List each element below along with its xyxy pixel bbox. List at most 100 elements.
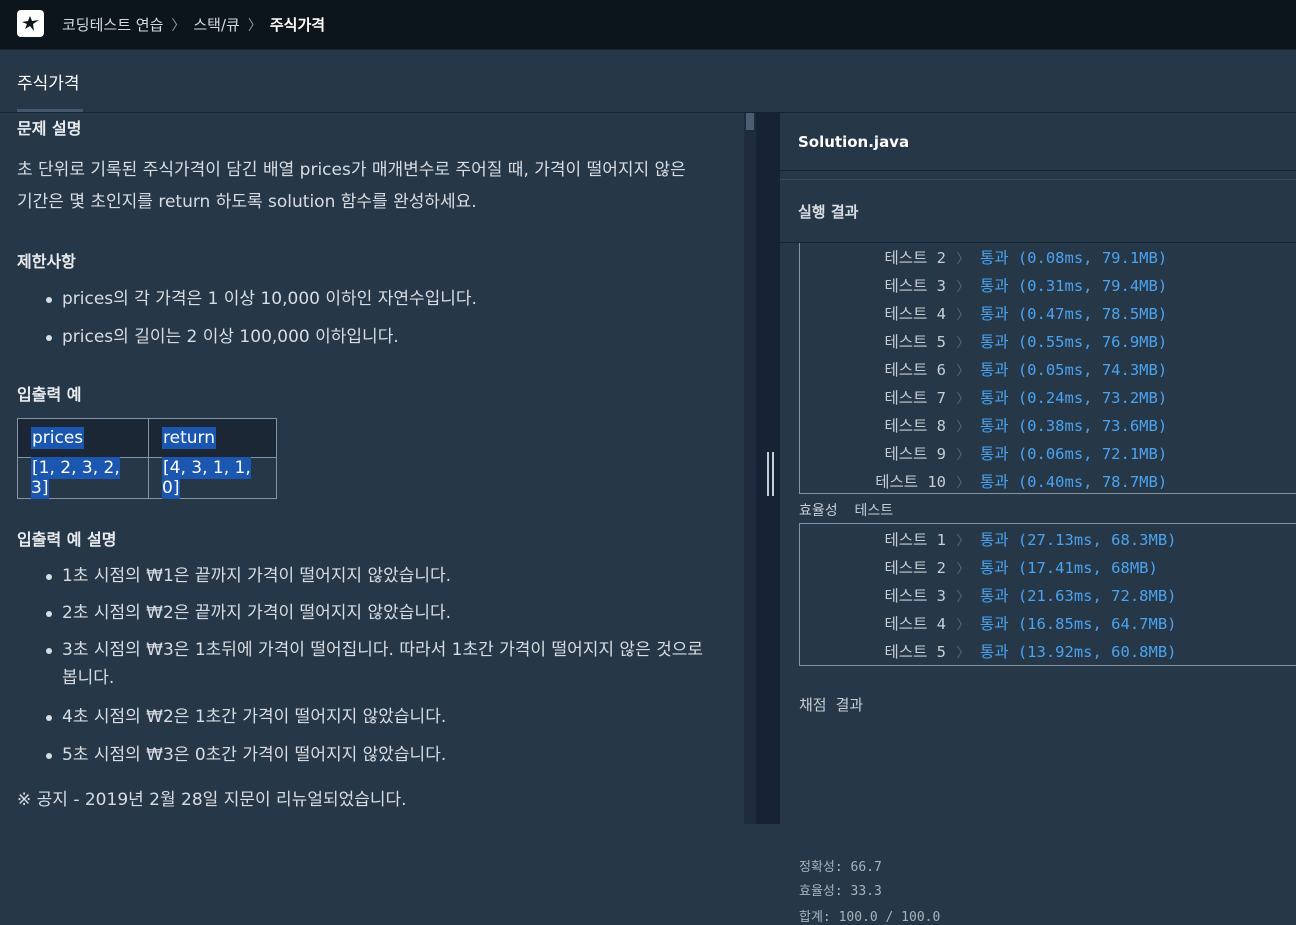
- programmers-logo-icon[interactable]: [17, 10, 44, 37]
- chevron-right-icon: 〉: [956, 419, 970, 435]
- test-result: 통과 (0.24ms, 73.2MB): [980, 389, 1168, 407]
- list-item: 5초 시점의 ₩3은 0초간 가격이 떨어지지 않았습니다.: [17, 741, 737, 778]
- test-result-row: 테스트 7 〉 통과 (0.24ms, 73.2MB): [800, 383, 1296, 411]
- chevron-right-icon: 〉: [956, 363, 970, 379]
- test-result-row: 테스트 8 〉 통과 (0.38ms, 73.6MB): [800, 411, 1296, 439]
- problem-description-line: 초 단위로 기록된 주식가격이 담긴 배열 prices가 매개변수로 주어질 …: [17, 160, 686, 180]
- test-name: 테스트 2: [884, 559, 946, 577]
- test-result-row: 테스트 2 〉 통과 (0.08ms, 79.1MB): [800, 243, 1296, 271]
- test-result: 통과 (0.47ms, 78.5MB): [980, 305, 1168, 323]
- resize-handle-icon[interactable]: [764, 452, 776, 496]
- test-result: 통과 (17.41ms, 68MB): [980, 559, 1158, 577]
- table-cell: [4, 3, 1, 1, 0]: [148, 457, 277, 499]
- breadcrumb-item-stack-queue[interactable]: 스택/큐: [193, 14, 239, 35]
- list-item: 1초 시점의 ₩1은 끝까지 가격이 떨어지지 않았습니다.: [17, 562, 737, 599]
- test-result: 통과 (0.06ms, 72.1MB): [980, 445, 1168, 463]
- test-result: 통과 (13.92ms, 60.8MB): [980, 643, 1177, 661]
- test-name: 테스트 6: [884, 361, 946, 379]
- left-scrollbar-thumb[interactable]: [746, 113, 754, 130]
- left-scrollbar[interactable]: [744, 113, 756, 824]
- problem-heading: 문제 설명: [17, 119, 82, 138]
- list-item: 2초 시점의 ₩2은 끝까지 가격이 떨어지지 않았습니다.: [17, 599, 737, 636]
- test-name: 테스트 5: [884, 643, 946, 661]
- chevron-right-icon: 〉: [956, 533, 970, 549]
- chevron-right-icon: 〉: [247, 17, 262, 34]
- chevron-right-icon: 〉: [956, 617, 970, 633]
- breadcrumb: 코딩테스트 연습 〉 스택/큐 〉 주식가격: [62, 0, 325, 49]
- chevron-right-icon: 〉: [956, 391, 970, 407]
- test-result: 통과 (0.38ms, 73.6MB): [980, 417, 1168, 435]
- chevron-right-icon: 〉: [956, 307, 970, 323]
- breadcrumb-current: 주식가격: [269, 16, 326, 34]
- test-result-row: 테스트 5 〉 통과 (0.55ms, 76.9MB): [800, 327, 1296, 355]
- test-result-row: 테스트 4 〉 통과 (0.47ms, 78.5MB): [800, 299, 1296, 327]
- scoring-title: 채점 결과: [799, 696, 864, 714]
- chevron-right-icon: 〉: [956, 561, 970, 577]
- test-name: 테스트 2: [884, 249, 946, 267]
- editor-collapsed-area: [780, 171, 1296, 180]
- chevron-right-icon: 〉: [956, 251, 970, 267]
- table-header-row: prices return: [17, 418, 277, 458]
- score-accuracy: 정확성: 66.7: [799, 860, 882, 875]
- test-result-row: 테스트 9 〉 통과 (0.06ms, 72.1MB): [800, 439, 1296, 467]
- page-title: 주식가격: [17, 74, 80, 94]
- chevron-right-icon: 〉: [956, 279, 970, 295]
- test-result: 통과 (0.08ms, 79.1MB): [980, 249, 1168, 267]
- test-name: 테스트 5: [884, 333, 946, 351]
- test-result-row: 테스트 10 〉 통과 (0.40ms, 78.7MB): [800, 467, 1296, 495]
- editor-panel: Solution.java 실행 결과 테스트 2 〉 통과 (0.08ms, 79…: [780, 113, 1296, 925]
- score-efficiency: 효율성: 33.3: [799, 884, 882, 899]
- test-name: 테스트 4: [884, 615, 946, 633]
- list-item: 3초 시점의 ₩3은 1초뒤에 가격이 떨어집니다. 따라서 1초간 가격이 떨…: [17, 636, 737, 703]
- test-result-row: 테스트 3 〉 통과 (0.31ms, 79.4MB): [800, 271, 1296, 299]
- list-item: prices의 길이는 2 이상 100,000 이하입니다.: [17, 323, 737, 361]
- test-name: 테스트 8: [884, 417, 946, 435]
- limits-list: prices의 각 가격은 1 이상 10,000 이하인 자연수입니다. pr…: [17, 285, 737, 361]
- chevron-right-icon: 〉: [956, 645, 970, 661]
- chevron-right-icon: 〉: [171, 17, 186, 34]
- problem-title-bar: 주식가격: [0, 49, 1296, 113]
- top-navbar: 코딩테스트 연습 〉 스택/큐 〉 주식가격: [0, 0, 1296, 49]
- test-name: 테스트 9: [884, 445, 946, 463]
- result-header: 실행 결과: [780, 180, 1296, 243]
- notice-text: ※ 공지 - 2019년 2월 28일 지문이 리뉴얼되었습니다.: [17, 790, 407, 810]
- test-name: 테스트 7: [884, 389, 946, 407]
- accuracy-test-results: 테스트 2 〉 통과 (0.08ms, 79.1MB) 테스트 3 〉 통과 (0.31m…: [799, 243, 1296, 494]
- test-result: 통과 (21.63ms, 72.8MB): [980, 587, 1177, 605]
- breadcrumb-item-coding-test[interactable]: 코딩테스트 연습: [62, 14, 163, 35]
- result-body[interactable]: 테스트 2 〉 통과 (0.08ms, 79.1MB) 테스트 3 〉 통과 (0.31m…: [780, 243, 1296, 925]
- list-item: prices의 각 가격은 1 이상 10,000 이하인 자연수입니다.: [17, 285, 737, 323]
- test-name: 테스트 4: [884, 305, 946, 323]
- list-item: 4초 시점의 ₩2은 1초간 가격이 떨어지지 않았습니다.: [17, 703, 737, 741]
- chevron-right-icon: 〉: [956, 447, 970, 463]
- file-name: Solution.java: [798, 133, 910, 151]
- problem-description-panel[interactable]: 문제 설명 초 단위로 기록된 주식가격이 담긴 배열 prices가 매개변수…: [0, 113, 756, 824]
- test-result-row: 테스트 2 〉 통과 (17.41ms, 68MB): [800, 553, 1296, 581]
- table-cell: [1, 2, 3, 2, 3]: [17, 457, 149, 499]
- io-description-heading: 입출력 예 설명: [17, 530, 117, 549]
- test-result: 통과 (0.31ms, 79.4MB): [980, 277, 1168, 295]
- test-result-row: 테스트 4 〉 통과 (16.85ms, 64.7MB): [800, 609, 1296, 637]
- test-result-row: 테스트 1 〉 통과 (27.13ms, 68.3MB): [800, 525, 1296, 553]
- test-result: 통과 (0.40ms, 78.7MB): [980, 473, 1168, 491]
- io-example-table: prices return [1, 2, 3, 2, 3] [4, 3, 1, …: [17, 418, 277, 499]
- chevron-right-icon: 〉: [956, 589, 970, 605]
- test-name: 테스트 10: [875, 473, 946, 491]
- problem-description-line: 기간은 몇 초인지를 return 하도록 solution 함수를 완성하세요…: [17, 192, 477, 212]
- file-tab[interactable]: Solution.java: [780, 113, 1296, 171]
- score-total: 합계: 100.0 / 100.0: [799, 910, 941, 925]
- table-header-cell: prices: [17, 418, 149, 458]
- efficiency-test-label: 효율성 테스트: [799, 503, 894, 519]
- test-result-row: 테스트 5 〉 통과 (13.92ms, 60.8MB): [800, 637, 1296, 665]
- test-result: 통과 (0.55ms, 76.9MB): [980, 333, 1168, 351]
- efficiency-test-results: 테스트 1 〉 통과 (27.13ms, 68.3MB) 테스트 2 〉 통과 (17.4…: [799, 523, 1296, 666]
- test-name: 테스트 1: [884, 531, 946, 549]
- test-result: 통과 (27.13ms, 68.3MB): [980, 531, 1177, 549]
- title-underline: [17, 109, 83, 112]
- test-result: 통과 (16.85ms, 64.7MB): [980, 615, 1177, 633]
- result-title: 실행 결과: [798, 203, 859, 221]
- chevron-right-icon: 〉: [956, 475, 970, 491]
- test-name: 테스트 3: [884, 587, 946, 605]
- test-result-row: 테스트 3 〉 통과 (21.63ms, 72.8MB): [800, 581, 1296, 609]
- limits-heading: 제한사항: [17, 252, 76, 271]
